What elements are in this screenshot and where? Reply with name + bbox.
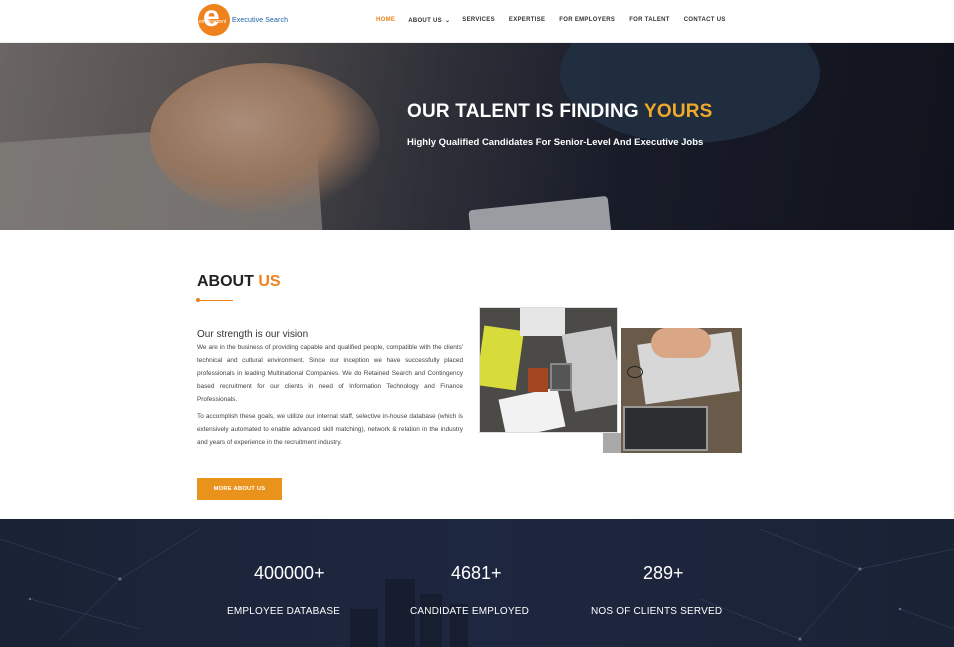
chevron-down-icon: ⌄ [444, 18, 451, 24]
hero-title: OUR TALENT IS FINDING YOURS [407, 101, 713, 123]
heading-underline [197, 300, 233, 301]
about-heading-highlight: US [258, 273, 281, 290]
stat-candidate-employed-label: CANDIDATE EMPLOYED [410, 606, 529, 617]
logo[interactable]: e employment Executive Search [198, 4, 288, 36]
heading-underline-dot [196, 298, 200, 302]
nav-for-employers[interactable]: FOR EMPLOYERS [559, 17, 615, 24]
about-paragraph-1: We are in the business of providing capa… [197, 344, 463, 403]
about-paragraph-2: To accomplish these goals, we utilize ou… [197, 413, 463, 446]
hero-subtitle: Highly Qualified Candidates For Senior-L… [407, 137, 704, 148]
stat-clients-served-label: NOS OF CLIENTS SERVED [591, 606, 723, 617]
nav-about-us[interactable]: ABOUT US ⌄ [408, 17, 450, 24]
nav-expertise[interactable]: EXPERTISE [509, 17, 545, 24]
nav-services[interactable]: SERVICES [462, 17, 495, 24]
nav-for-talent[interactable]: FOR TALENT [629, 17, 670, 24]
office-desk-image [479, 307, 618, 433]
nav-about-us-label: ABOUT US [408, 18, 442, 24]
nav-home[interactable]: HOME [376, 17, 395, 24]
laptop-typing-image [621, 328, 742, 453]
about-subtitle: Our strength is our vision [197, 329, 309, 340]
about-heading-main: ABOUT [197, 273, 259, 290]
more-about-us-button[interactable]: MORE ABOUT US [197, 478, 282, 500]
logo-text: Executive Search [232, 16, 289, 24]
image-frame-corner [603, 433, 621, 453]
hero-title-highlight: YOURS [643, 101, 713, 122]
stat-employee-database-label: EMPLOYEE DATABASE [227, 606, 341, 617]
about-heading: ABOUT US [197, 273, 281, 291]
nav-contact-us[interactable]: CONTACT US [684, 17, 726, 24]
stat-employee-database-value: 400000+ [254, 563, 325, 583]
logo-mark-icon: e employment [198, 4, 230, 36]
site-header: e employment Executive Search HOME ABOUT… [0, 0, 954, 43]
main-nav: HOME ABOUT US ⌄ SERVICES EXPERTISE FOR EM… [376, 17, 726, 24]
hero-title-main: OUR TALENT IS FINDING [407, 101, 644, 122]
stat-candidate-employed-value: 4681+ [451, 563, 502, 583]
stat-clients-served-value: 289+ [643, 563, 684, 583]
